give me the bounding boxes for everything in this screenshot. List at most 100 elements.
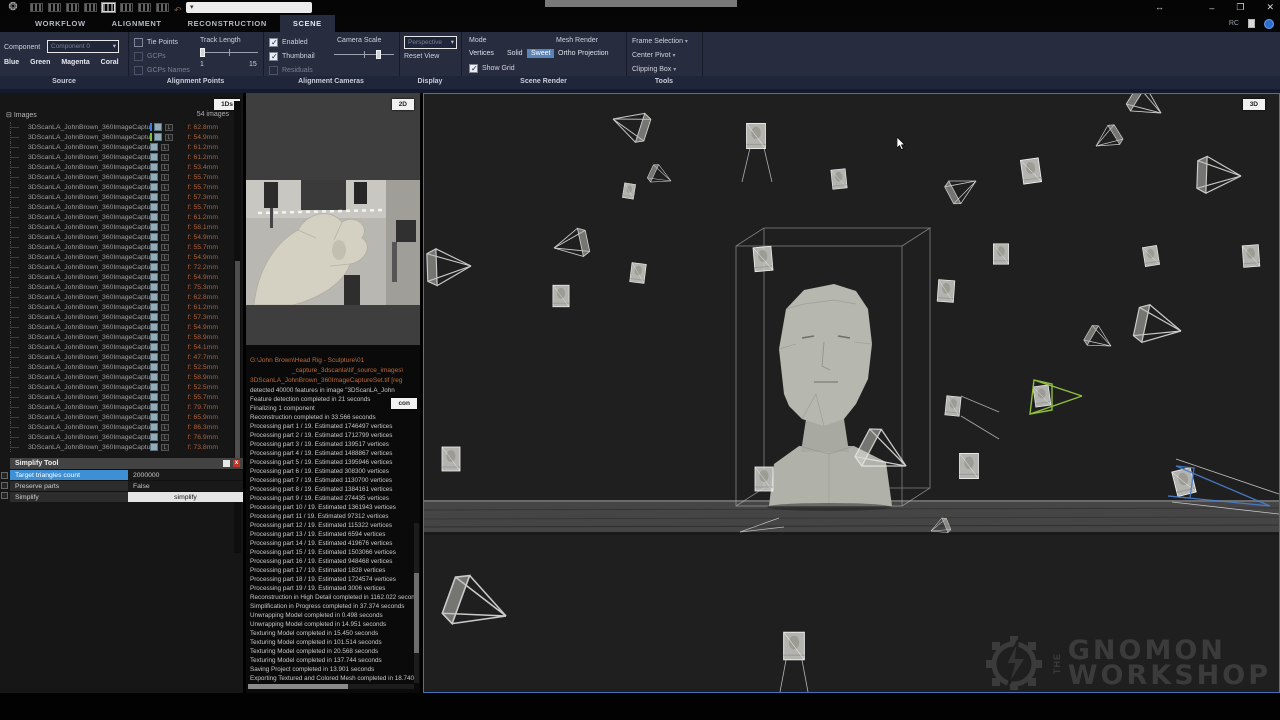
image-row[interactable]: 3DScanLA_JohnBrown_360ImageCaptuLf: 47.7…: [0, 352, 234, 362]
minimize-button[interactable]: –: [1209, 3, 1214, 13]
layout-preset-icon[interactable]: [84, 3, 97, 12]
image-row[interactable]: 3DScanLA_JohnBrown_360ImageCaptuLf: 61.2…: [0, 142, 234, 152]
image-row[interactable]: 3DScanLA_JohnBrown_360ImageCaptuLf: 62.8…: [0, 292, 234, 302]
gcps-names-checkbox[interactable]: GCPs Names: [134, 66, 190, 75]
selected-camera-green[interactable]: [1030, 380, 1082, 414]
dock-icon[interactable]: [1, 482, 8, 489]
image-row[interactable]: 3DScanLA_JohnBrown_360ImageCaptuLf: 54.9…: [0, 322, 234, 332]
simplify-row-label[interactable]: Preserve parts: [10, 481, 128, 491]
tab-scene[interactable]: SCENE: [280, 15, 335, 32]
layout-preset-icon[interactable]: [156, 3, 169, 12]
undo-icon[interactable]: ↶: [174, 6, 182, 15]
simplify-button[interactable]: simplify: [128, 492, 243, 502]
color-button-blue[interactable]: Blue: [4, 59, 19, 66]
simplify-row-label[interactable]: Target triangles count: [10, 470, 128, 480]
image-row[interactable]: 3DScanLA_JohnBrown_360ImageCaptuLf: 54.9…: [0, 132, 234, 142]
slider-handle[interactable]: [200, 48, 205, 57]
image-row[interactable]: 3DScanLA_JohnBrown_360ImageCaptuLf: 57.3…: [0, 312, 234, 322]
image-row[interactable]: 3DScanLA_JohnBrown_360ImageCaptuLf: 55.7…: [0, 182, 234, 192]
sweet-button[interactable]: Sweet: [527, 49, 554, 58]
bust-model[interactable]: [767, 284, 892, 511]
image-row[interactable]: 3DScanLA_JohnBrown_360ImageCaptuLf: 58.9…: [0, 332, 234, 342]
layout-preset-icon[interactable]: [138, 3, 151, 12]
layout-preset-icon[interactable]: [30, 3, 43, 12]
tab-console[interactable]: con: [391, 398, 417, 409]
dock-icon[interactable]: [1, 472, 8, 479]
quick-search-input[interactable]: ▾: [186, 2, 312, 13]
color-button-green[interactable]: Green: [30, 59, 50, 66]
tab-reconstruction[interactable]: RECONSTRUCTION: [175, 15, 280, 32]
image-row[interactable]: 3DScanLA_JohnBrown_360ImageCaptuLf: 61.2…: [0, 302, 234, 312]
console-hscrollbar[interactable]: [248, 684, 414, 689]
ortho-projection-button[interactable]: Ortho Projection: [554, 49, 613, 58]
scrollbar-thumb[interactable]: [414, 573, 419, 653]
image-row[interactable]: 3DScanLA_JohnBrown_360ImageCaptuLf: 86.3…: [0, 422, 234, 432]
scrollbar-thumb[interactable]: [248, 684, 348, 689]
image-row[interactable]: 3DScanLA_JohnBrown_360ImageCaptuLf: 65.9…: [0, 412, 234, 422]
vertices-button[interactable]: Vertices: [465, 49, 498, 58]
camera-scale-slider[interactable]: [334, 49, 394, 59]
simplify-row-value[interactable]: False: [128, 481, 243, 491]
source-photo[interactable]: [246, 180, 420, 305]
pin-icon[interactable]: [223, 460, 230, 467]
solid-button[interactable]: Solid: [503, 49, 527, 58]
image-row[interactable]: 3DScanLA_JohnBrown_360ImageCaptuLf: 55.7…: [0, 392, 234, 402]
image-row[interactable]: 3DScanLA_JohnBrown_360ImageCaptuLf: 62.8…: [0, 122, 234, 132]
console-vscrollbar[interactable]: [414, 523, 419, 683]
layout-preset-icon[interactable]: [48, 3, 61, 12]
scrollbar-thumb[interactable]: [235, 261, 240, 461]
image-row[interactable]: 3DScanLA_JohnBrown_360ImageCaptuLf: 55.7…: [0, 172, 234, 182]
image-row[interactable]: 3DScanLA_JohnBrown_360ImageCaptuLf: 53.4…: [0, 162, 234, 172]
projection-dropdown[interactable]: Perspective ▾: [404, 36, 457, 49]
image-row[interactable]: 3DScanLA_JohnBrown_360ImageCaptuLf: 54.9…: [0, 272, 234, 282]
image-row[interactable]: 3DScanLA_JohnBrown_360ImageCaptuLf: 76.9…: [0, 432, 234, 442]
image-row[interactable]: 3DScanLA_JohnBrown_360ImageCaptuLf: 72.2…: [0, 262, 234, 272]
reset-view-button[interactable]: Reset View: [404, 53, 439, 60]
layout-preset-icon[interactable]: [66, 3, 79, 12]
help-globe-icon[interactable]: [1264, 19, 1274, 29]
color-button-coral[interactable]: Coral: [101, 59, 119, 66]
image-row[interactable]: 3DScanLA_JohnBrown_360ImageCaptuLf: 79.7…: [0, 402, 234, 412]
show-grid-checkbox[interactable]: Show Grid: [469, 64, 515, 73]
image-row[interactable]: 3DScanLA_JohnBrown_360ImageCaptuLf: 52.5…: [0, 382, 234, 392]
slider-handle[interactable]: [376, 50, 381, 59]
center-pivot-dropdown[interactable]: Center Pivot ▾: [632, 52, 676, 59]
tab-3d-view[interactable]: 3D: [1243, 99, 1265, 110]
thumbnail-checkbox[interactable]: Thumbnail: [269, 52, 315, 61]
image-row[interactable]: 3DScanLA_JohnBrown_360ImageCaptuLf: 58.9…: [0, 372, 234, 382]
image-row[interactable]: 3DScanLA_JohnBrown_360ImageCaptuLf: 75.3…: [0, 282, 234, 292]
track-length-slider[interactable]: [200, 47, 258, 57]
image-row[interactable]: 3DScanLA_JohnBrown_360ImageCaptuLf: 52.5…: [0, 362, 234, 372]
resize-arrows-icon[interactable]: ↔: [1155, 2, 1164, 12]
close-button[interactable]: ✕: [1266, 2, 1274, 13]
restore-button[interactable]: ❐: [1236, 2, 1244, 13]
simplify-row-value[interactable]: 2000000: [128, 470, 243, 480]
component-dropdown[interactable]: Component 0 ▾: [47, 40, 119, 53]
clipping-box-dropdown[interactable]: Clipping Box ▾: [632, 66, 676, 73]
image-row[interactable]: 3DScanLA_JohnBrown_360ImageCaptuLf: 54.9…: [0, 232, 234, 242]
layout-preset-icon[interactable]: [120, 3, 133, 12]
image-row[interactable]: 3DScanLA_JohnBrown_360ImageCaptuLf: 58.1…: [0, 222, 234, 232]
image-row[interactable]: 3DScanLA_JohnBrown_360ImageCaptuLf: 55.7…: [0, 202, 234, 212]
image-row[interactable]: 3DScanLA_JohnBrown_360ImageCaptuLf: 73.8…: [0, 442, 234, 452]
image-row[interactable]: 3DScanLA_JohnBrown_360ImageCaptuLf: 54.1…: [0, 342, 234, 352]
image-row[interactable]: 3DScanLA_JohnBrown_360ImageCaptuLf: 61.2…: [0, 152, 234, 162]
frame-selection-dropdown[interactable]: Frame Selection ▾: [632, 38, 688, 45]
simplify-row-label[interactable]: Simplify: [10, 492, 128, 502]
enabled-checkbox[interactable]: Enabled: [269, 38, 308, 47]
document-icon[interactable]: [1248, 19, 1255, 28]
color-button-magenta[interactable]: Magenta: [61, 59, 89, 66]
dock-icon[interactable]: [1, 492, 8, 499]
image-row[interactable]: 3DScanLA_JohnBrown_360ImageCaptuLf: 61.2…: [0, 212, 234, 222]
image-row[interactable]: 3DScanLA_JohnBrown_360ImageCaptuLf: 57.3…: [0, 192, 234, 202]
residuals-checkbox[interactable]: Residuals: [269, 66, 313, 75]
tab-2d-view[interactable]: 2D: [392, 99, 414, 110]
simplify-tool-header[interactable]: Simplify Tool x: [10, 458, 243, 469]
gcps-checkbox[interactable]: GCPs: [134, 52, 166, 61]
layout-preset-icon-active[interactable]: [102, 3, 115, 12]
image-row[interactable]: 3DScanLA_JohnBrown_360ImageCaptuLf: 55.7…: [0, 242, 234, 252]
tab-alignment[interactable]: ALIGNMENT: [99, 15, 175, 32]
tab-workflow[interactable]: WORKFLOW: [22, 15, 99, 32]
3d-viewport[interactable]: 3D THE GNOMON WORKSHOP: [423, 93, 1280, 693]
close-icon[interactable]: x: [233, 460, 240, 467]
